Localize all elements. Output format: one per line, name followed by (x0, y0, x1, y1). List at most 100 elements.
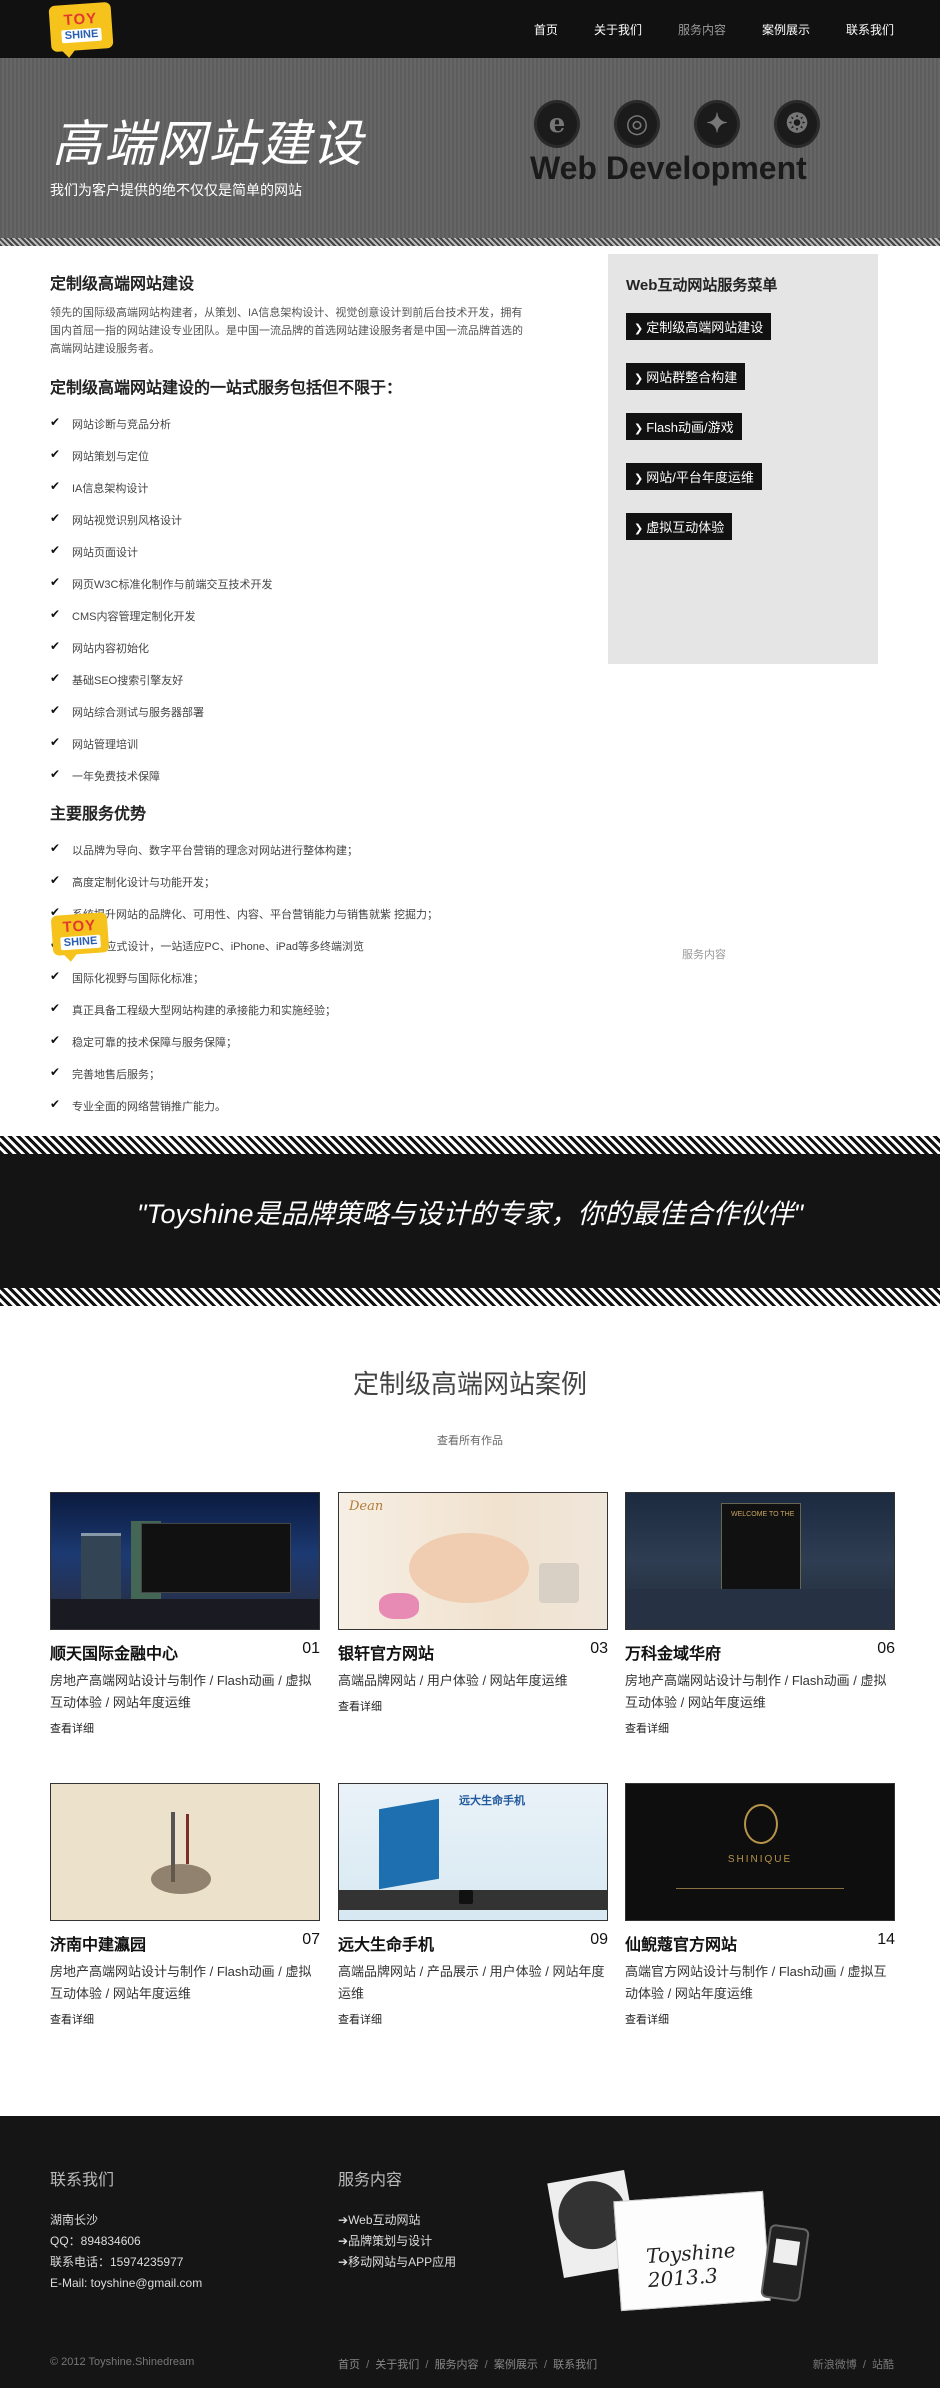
arrow-right-icon: ➔ (338, 2234, 349, 2248)
case-description: 高端品牌网站 / 产品展示 / 用户体验 / 网站年度运维 (338, 1964, 605, 2001)
list-item-text: 网站页面设计 (72, 547, 138, 559)
case-card: WELCOME TO THE 万科金域华府 06 房地产高端网站设计与制作 / F… (625, 1492, 895, 1736)
list-item: ✔ IA信息架构设计 (50, 479, 570, 512)
list-item: ✔ 完善地售后服务； (50, 1065, 570, 1098)
footer-link-services[interactable]: 服务内容 (435, 2359, 479, 2371)
list-item: ✔ 高度定制化设计与功能开发； (50, 873, 570, 906)
case-description: 高端品牌网站 / 用户体验 / 网站年度运维 (338, 1673, 568, 1688)
case-title[interactable]: 仙鲵蔻官方网站 (625, 1931, 737, 1955)
nav-home[interactable]: 首页 (534, 21, 558, 38)
case-title[interactable]: 顺天国际金融中心 (50, 1640, 178, 1664)
check-icon: ✔ (50, 873, 61, 887)
toyshine-logo[interactable]: TOY SHINE (48, 1, 114, 53)
check-icon: ✔ (50, 479, 61, 493)
arrow-right-icon: ❯ (634, 373, 644, 385)
list-item-text: 真正具备工程级大型网站构建的承接能力和实施经验； (72, 1005, 336, 1017)
case-thumbnail[interactable]: SHINIQUE (625, 1783, 895, 1921)
banner-subtitle: 我们为客户提供的绝不仅仅是简单的网站 (50, 182, 302, 198)
list-item: ✔ 专业全面的网络营销推广能力。 (50, 1097, 570, 1130)
case-details-link[interactable]: 查看详细 (338, 1698, 608, 1714)
view-all-works-link[interactable]: 查看所有作品 (0, 1432, 940, 1448)
check-icon: ✔ (50, 511, 61, 525)
case-card: 顺天国际金融中心 01 房地产高端网站设计与制作 / Flash动画 / 虚拟互动… (50, 1492, 320, 1736)
footer-services-title: 服务内容 (338, 2172, 403, 2189)
weibo-link[interactable]: 新浪微博 (813, 2359, 857, 2371)
sidebar-item-custom-site[interactable]: ❯ 定制级高端网站建设 (626, 313, 772, 340)
case-details-link[interactable]: 查看详细 (50, 1720, 320, 1736)
case-title[interactable]: 万科金域华府 (625, 1640, 721, 1664)
case-description: 房地产高端网站设计与制作 / Flash动画 / 虚拟互动体验 / 网站年度运维 (50, 1964, 312, 2001)
footer-link-contact[interactable]: 联系我们 (553, 2359, 597, 2371)
contact-email[interactable]: E-Mail: toyshine@gmail.com (50, 2273, 202, 2294)
cases-section: 定制级高端网站案例 查看所有作品 顺天国际金融中心 01 房地产高端网站设计与制作… (0, 1306, 940, 2116)
case-details-link[interactable]: 查看详细 (625, 1720, 895, 1736)
footer-link-about[interactable]: 关于我们 (375, 2359, 419, 2371)
sidebar-item-virtual[interactable]: ❯ 虚拟互动体验 (626, 513, 733, 540)
list-item-text: 网页W3C标准化制作与前端交互技术开发 (72, 579, 273, 591)
list-item-text: 网站管理培训 (72, 739, 138, 751)
sidebar-item-site-group[interactable]: ❯ 网站群整合构建 (626, 363, 746, 390)
case-title[interactable]: 济南中建瀛园 (50, 1931, 146, 1955)
sidebar-item-maintenance[interactable]: ❯ 网站/平台年度运维 (626, 463, 762, 490)
arrow-right-icon: ➔ (338, 2255, 349, 2269)
case-title[interactable]: 远大生命手机 (338, 1931, 434, 1955)
arrow-right-icon: ❯ (634, 423, 644, 435)
case-card: SHINIQUE 仙鲵蔻官方网站 14 高端官方网站设计与制作 / Flash动画… (625, 1783, 895, 2027)
nav-services[interactable]: 服务内容 (678, 21, 726, 38)
check-icon: ✔ (50, 415, 61, 429)
footer-nav: 首页 / 关于我们 / 服务内容 / 案例展示 / 联系我们 (338, 2359, 598, 2371)
case-details-link[interactable]: 查看详细 (338, 2011, 608, 2027)
banner-striped-edge (0, 238, 940, 246)
list-item-text: 国际化视野与国际化标准； (72, 973, 204, 985)
footer-service-link[interactable]: ➔品牌策划与设计 (338, 2234, 432, 2248)
logo-text-bottom: SHINE (61, 27, 102, 44)
footer-link-cases[interactable]: 案例展示 (494, 2359, 538, 2371)
list-item: ✔ 系统提升网站的品牌化、可用性、内容、平台营销能力与销售就紫 挖掘力； (50, 905, 570, 938)
sidebar-item-flash[interactable]: ❯ Flash动画/游戏 (626, 413, 742, 440)
case-thumbnail[interactable]: 远大生命手机 (338, 1783, 608, 1921)
logo-text-top: TOY (62, 916, 97, 937)
list-item: ✔ 稳定可靠的技术保障与服务保障； (50, 1033, 570, 1066)
ie-icon: e (534, 100, 580, 148)
footer-link-home[interactable]: 首页 (338, 2359, 360, 2371)
main-nav: 首页 关于我们 服务内容 案例展示 联系我们 (498, 0, 894, 58)
case-title[interactable]: 银轩官方网站 (338, 1640, 434, 1664)
check-icon: ✔ (50, 671, 61, 685)
arrow-right-icon: ❯ (634, 473, 644, 485)
advantages-heading: 主要服务优势 (50, 806, 147, 823)
case-details-link[interactable]: 查看详细 (625, 2011, 895, 2027)
case-thumbnail[interactable] (50, 1492, 320, 1630)
nav-contact[interactable]: 联系我们 (846, 21, 894, 38)
check-icon: ✔ (50, 1001, 61, 1015)
contact-phone: 联系电话：15974235977 (50, 2255, 184, 2269)
list-item-text: 稳定可靠的技术保障与服务保障； (72, 1037, 237, 1049)
case-thumbnail[interactable]: WELCOME TO THE (625, 1492, 895, 1630)
sidebar-item-label: 网站群整合构建 (646, 370, 738, 385)
footer-contact-info: 湖南长沙 QQ：894834606 联系电话：15974235977 E-Mai… (50, 2210, 202, 2294)
footer-service-link[interactable]: ➔Web互动网站 (338, 2213, 421, 2227)
logo-text-top: TOY (63, 9, 98, 30)
check-icon: ✔ (50, 735, 61, 749)
case-description: 房地产高端网站设计与制作 / Flash动画 / 虚拟互动体验 / 网站年度运维 (625, 1673, 887, 1710)
main-heading: 定制级高端网站建设 (50, 276, 195, 293)
floating-nav-label[interactable]: 服务内容 (682, 946, 726, 962)
footer-service-link[interactable]: ➔移动网站与APP应用 (338, 2255, 456, 2269)
case-number: 14 (877, 1931, 895, 1948)
floating-logo[interactable]: TOY SHINE (50, 912, 110, 956)
sidebar-item-label: Flash动画/游戏 (646, 420, 734, 435)
footer-service-label: Web互动网站 (348, 2213, 421, 2227)
services-content: 定制级高端网站建设 领先的国际级高端网站构建者，从策划、IA信息架构设计、视觉创… (0, 246, 940, 1136)
nav-cases[interactable]: 案例展示 (762, 21, 810, 38)
case-details-link[interactable]: 查看详细 (50, 2011, 320, 2027)
check-icon: ✔ (50, 703, 61, 717)
case-thumbnail[interactable]: Dean (338, 1492, 608, 1630)
case-thumbnail[interactable] (50, 1783, 320, 1921)
case-number: 09 (590, 1931, 608, 1948)
footer-contact-title: 联系我们 (50, 2172, 115, 2189)
nav-about[interactable]: 关于我们 (594, 21, 642, 38)
thumb-welcome-text: WELCOME TO THE (731, 1511, 795, 1518)
list-item: ✔ CMS内容管理定制化开发 (50, 607, 570, 640)
list-item-text: CMS内容管理定制化开发 (72, 611, 196, 623)
check-icon: ✔ (50, 969, 61, 983)
zcool-link[interactable]: 站酷 (872, 2359, 894, 2371)
